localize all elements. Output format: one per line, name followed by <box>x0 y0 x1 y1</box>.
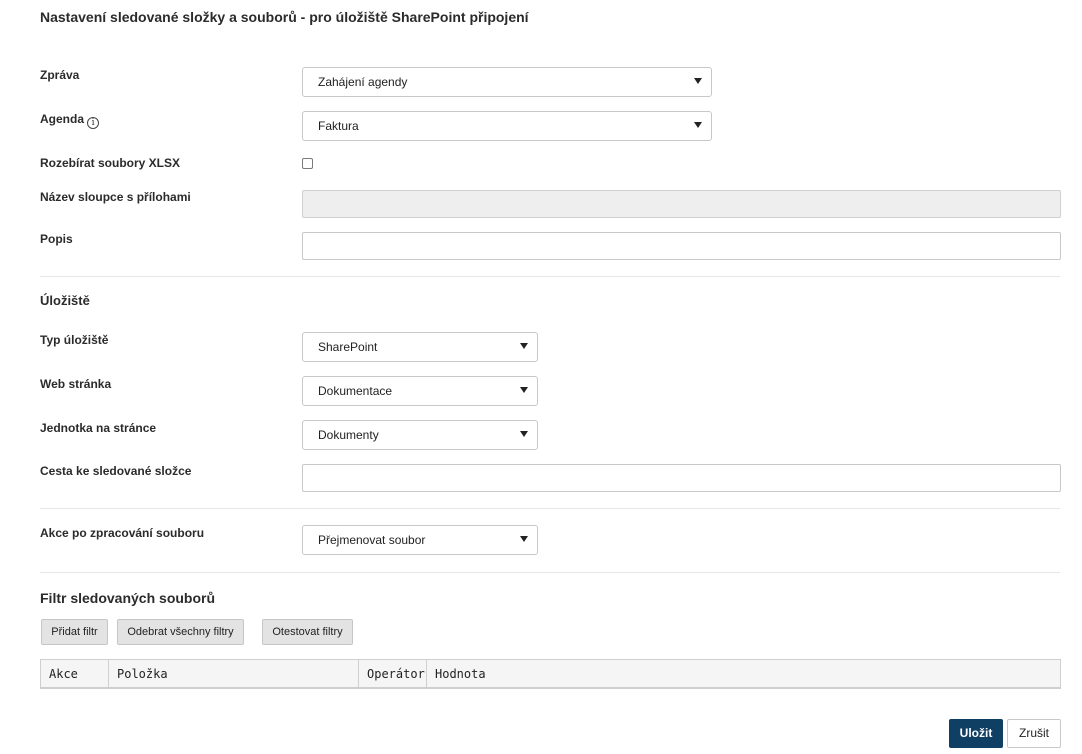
column-header-polozka: Položka <box>109 660 359 688</box>
caret-down-icon <box>694 122 702 128</box>
web-select[interactable]: Dokumentace <box>302 376 538 406</box>
divider <box>40 572 1060 573</box>
agenda-select[interactable]: Faktura <box>302 111 712 141</box>
zprava-value: Zahájení agendy <box>318 75 408 89</box>
akce-label: Akce po zpracování souboru <box>40 526 205 540</box>
popis-input[interactable] <box>302 232 1061 260</box>
cesta-label: Cesta ke sledované složce <box>40 464 192 478</box>
column-header-operator: Operátor <box>359 660 427 688</box>
akce-value: Přejmenovat soubor <box>318 533 426 547</box>
agenda-value: Faktura <box>318 119 359 133</box>
agenda-label-text: Agenda <box>40 112 85 126</box>
rozebirat-checkbox[interactable] <box>302 158 313 169</box>
jednotka-select[interactable]: Dokumenty <box>302 420 538 450</box>
typ-value: SharePoint <box>318 340 378 354</box>
web-label: Web stránka <box>40 377 112 391</box>
jednotka-label: Jednotka na stránce <box>40 421 157 435</box>
typ-label: Typ úložiště <box>40 333 109 347</box>
caret-down-icon <box>520 387 528 393</box>
test-filters-button[interactable]: Otestovat filtry <box>262 619 353 645</box>
storage-heading: Úložiště <box>40 293 90 308</box>
divider <box>40 508 1060 509</box>
filter-table-header: Akce Položka Operátor Hodnota <box>40 659 1061 689</box>
akce-select[interactable]: Přejmenovat soubor <box>302 525 538 555</box>
caret-down-icon <box>520 536 528 542</box>
caret-down-icon <box>520 343 528 349</box>
web-value: Dokumentace <box>318 384 393 398</box>
caret-down-icon <box>694 78 702 84</box>
popis-label: Popis <box>40 232 73 246</box>
caret-down-icon <box>520 431 528 437</box>
column-header-hodnota: Hodnota <box>435 667 486 681</box>
jednotka-value: Dokumenty <box>318 428 379 442</box>
save-button[interactable]: Uložit <box>949 719 1003 748</box>
nazev-sloupce-input <box>302 190 1061 218</box>
divider <box>40 276 1060 277</box>
cesta-input[interactable] <box>302 464 1061 492</box>
rozebirat-label: Rozebírat soubory XLSX <box>40 156 181 170</box>
remove-all-filters-button[interactable]: Odebrat všechny filtry <box>117 619 244 645</box>
zprava-select[interactable]: Zahájení agendy <box>302 67 712 97</box>
agenda-label: Agenda i <box>40 112 100 129</box>
nazev-sloupce-label: Název sloupce s přílohami <box>40 190 191 204</box>
zprava-label: Zpráva <box>40 68 80 82</box>
column-header-akce: Akce <box>41 660 109 688</box>
filter-heading: Filtr sledovaných souborů <box>40 590 216 606</box>
typ-select[interactable]: SharePoint <box>302 332 538 362</box>
cancel-button[interactable]: Zrušit <box>1007 719 1061 748</box>
info-icon[interactable]: i <box>87 117 100 129</box>
page-title: Nastavení sledované složky a souborů - p… <box>40 9 529 25</box>
add-filter-button[interactable]: Přidat filtr <box>41 619 108 645</box>
